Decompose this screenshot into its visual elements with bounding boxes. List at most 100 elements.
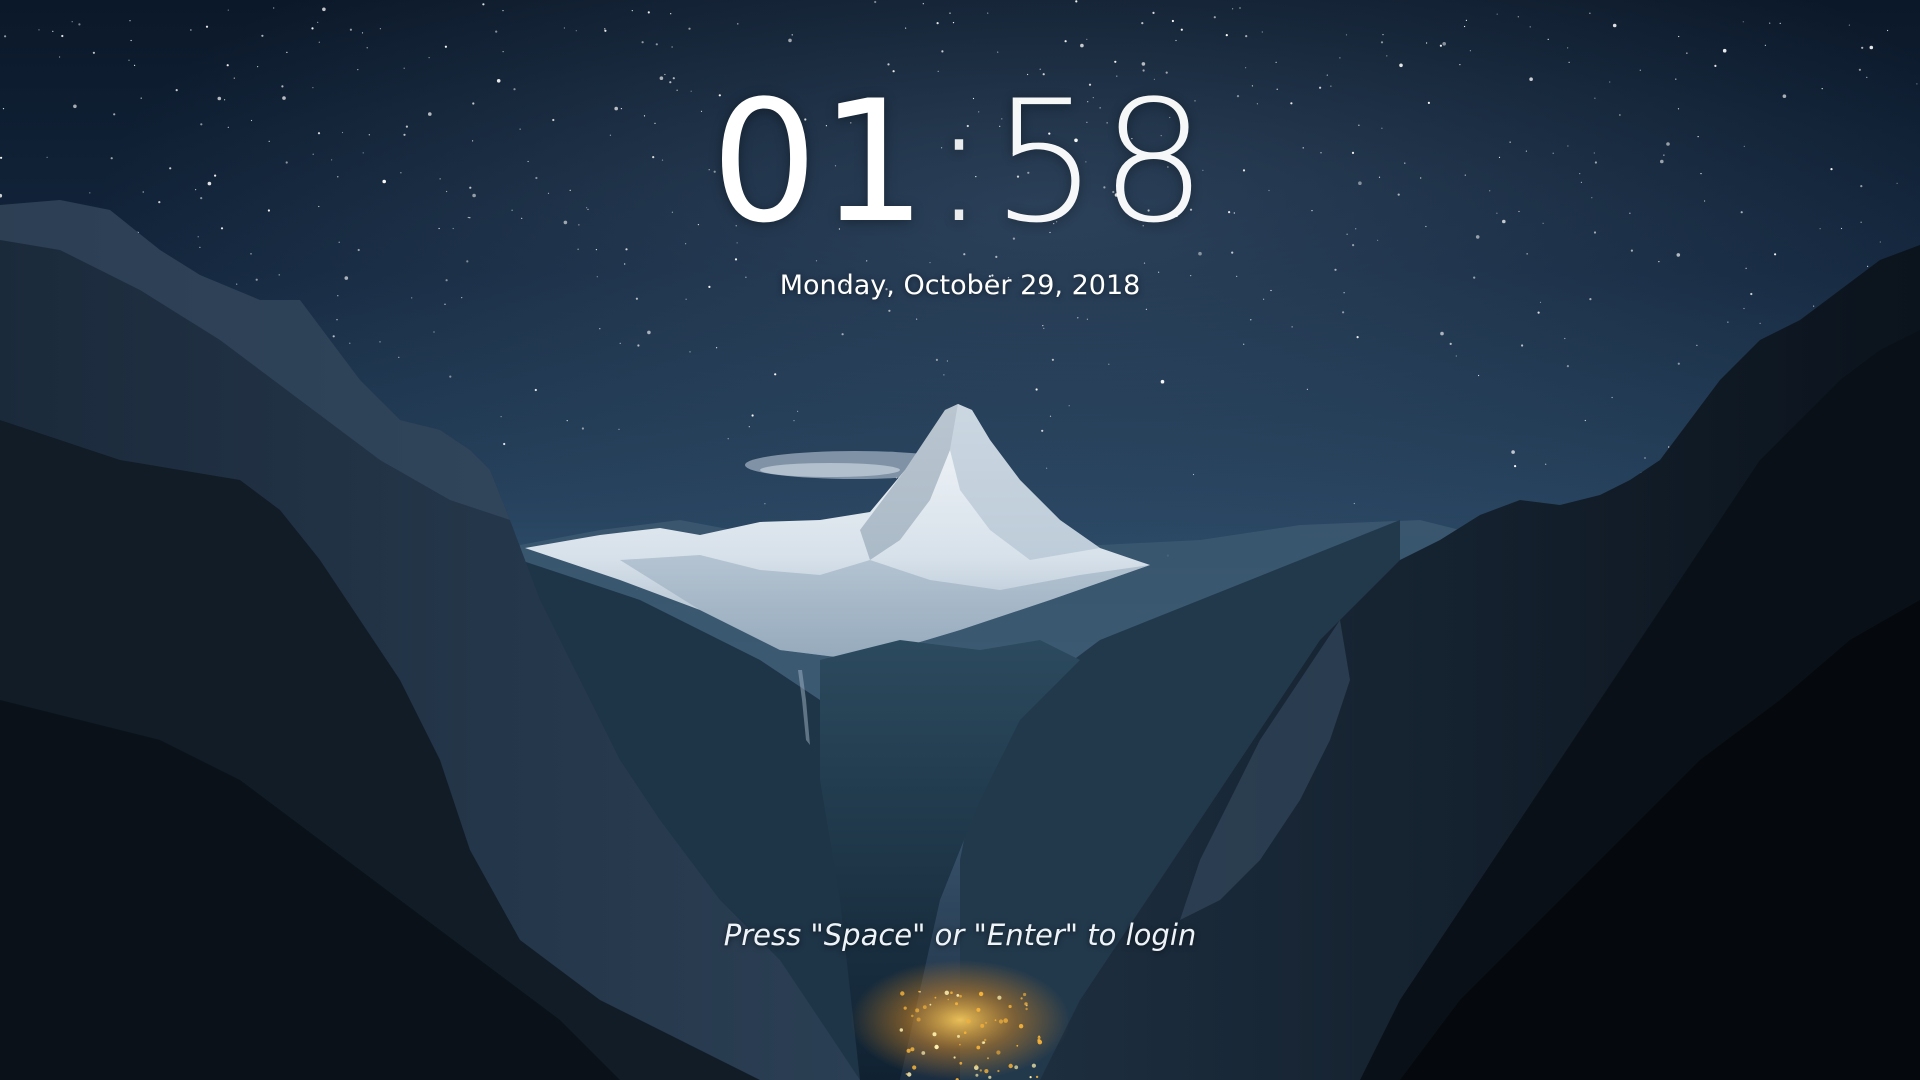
clock: 01:58 [0,78,1920,246]
star [1612,23,1617,28]
star [689,351,691,353]
town-light [912,1065,917,1070]
star [379,341,381,343]
star [1143,262,1146,264]
star [1041,429,1044,432]
star [1858,68,1861,71]
town-light [975,1073,979,1077]
clock-minutes: 58 [991,64,1210,260]
town-light [932,1032,937,1037]
star [1764,44,1766,46]
star [1887,29,1889,32]
town-light [976,1045,981,1050]
star [670,13,672,15]
star [1529,26,1531,28]
town-light [957,1034,960,1038]
star [751,414,754,417]
town-light [1024,1002,1028,1006]
star [1743,307,1745,310]
star [922,3,924,5]
star [637,344,640,347]
town-light [979,1069,982,1072]
town-light [955,1002,958,1006]
star [502,10,504,12]
town-light [1018,1023,1024,1029]
star [379,28,381,30]
town-light [950,991,953,994]
town-light [966,1019,971,1024]
star [134,64,136,66]
star [273,7,275,9]
star [1517,16,1519,18]
star [1774,253,1777,256]
town-light [994,1019,997,1022]
star [1306,388,1308,390]
star [1742,21,1744,23]
star [1399,63,1403,68]
star [1192,473,1195,476]
star [1326,74,1328,76]
town-light [1029,1076,1032,1079]
star [793,420,795,422]
town-light [953,1056,956,1059]
star [655,43,658,46]
star [311,27,314,30]
town-light [997,995,1002,1000]
star [38,29,40,31]
star [227,9,229,11]
star [1291,326,1293,328]
star [1213,16,1216,19]
town-light [1008,1063,1013,1069]
star [1086,318,1088,320]
star [1567,47,1569,49]
star [935,358,939,361]
star [1779,22,1781,24]
town-light [984,1038,987,1042]
star [1745,267,1747,269]
star [929,262,931,264]
star [1356,336,1359,339]
star [791,34,793,36]
star [1813,305,1815,307]
star [936,22,939,25]
star [403,67,405,69]
town-light [907,1072,912,1077]
town-light [959,1043,961,1046]
star [52,30,54,32]
town-light [987,1057,989,1060]
star [1243,343,1245,345]
star [336,319,338,321]
lock-screen[interactable]: 01:58 Monday, October 29, 2018 Press "Sp… [0,0,1920,1080]
town-light [978,991,984,997]
star [4,35,7,38]
star [1769,22,1771,24]
town-light [905,1073,908,1075]
star [1686,52,1688,54]
star [575,30,577,32]
star [1145,308,1147,310]
town-light [1031,1063,1036,1068]
star [1564,337,1566,340]
star [466,260,469,263]
star [257,66,259,68]
town-light [899,1028,903,1032]
star [61,34,64,38]
star [250,253,252,255]
star [1353,502,1355,505]
star [1380,41,1384,44]
star [1386,55,1388,57]
star [1547,38,1549,41]
star [671,46,673,48]
town-light [1037,1039,1043,1045]
town-light [1035,1075,1039,1079]
star [727,438,729,440]
star [129,20,131,22]
star [199,246,201,248]
star [1171,19,1174,23]
star [500,416,502,418]
town-light [918,990,920,993]
star [631,10,633,12]
star [1496,13,1498,15]
star [1455,355,1457,357]
town-light [1025,1007,1028,1011]
